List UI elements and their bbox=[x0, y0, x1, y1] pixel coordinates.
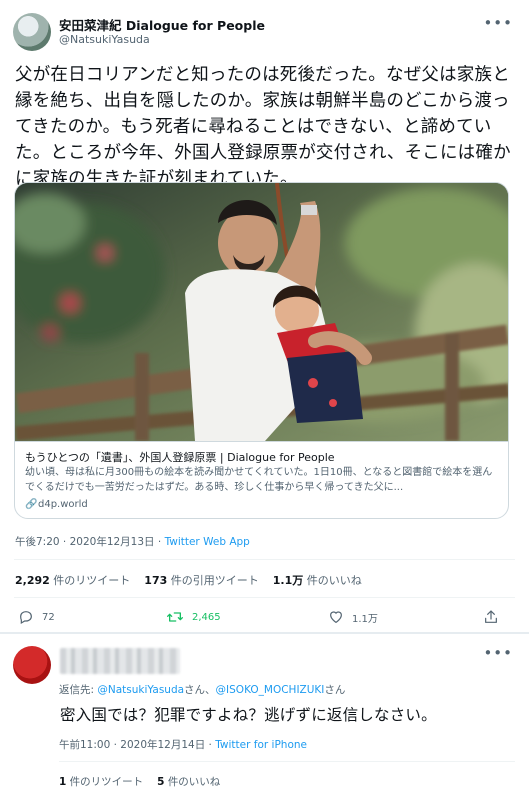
retweet-stat-value: 1 bbox=[59, 776, 67, 788]
tweet-stats: 1 件のリツイート 5 件のいいね bbox=[59, 774, 220, 789]
reply-tweet: ••• 返信先: @NatsukiYasudaさん、@ISOKO_MOCHIZU… bbox=[0, 634, 529, 800]
tweet-meta: 午後7:20 · 2020年12月13日 · Twitter Web App bbox=[15, 534, 250, 549]
retweet-count: 2,465 bbox=[192, 611, 221, 623]
tweet-actions: 72 2,465 1.1万 bbox=[0, 606, 529, 630]
mention-link[interactable]: @NatsukiYasuda bbox=[97, 684, 184, 696]
like-stat[interactable]: 5 件のいいね bbox=[157, 776, 220, 788]
meta-separator: · bbox=[205, 739, 216, 751]
share-icon bbox=[485, 610, 497, 623]
card-text: もうひとつの「遺書」、外国人登録原票 | Dialogue for People… bbox=[15, 441, 508, 518]
reply-to-line: 返信先: @NatsukiYasudaさん、@ISOKO_MOCHIZUKIさん bbox=[59, 682, 345, 697]
retweet-stat-label: 件のリツイート bbox=[69, 776, 144, 788]
author-name[interactable]: 安田菜津紀 Dialogue for People bbox=[59, 15, 265, 34]
avatar[interactable] bbox=[13, 13, 51, 51]
reply-button[interactable]: 72 bbox=[18, 606, 55, 628]
mention-link[interactable]: @ISOKO_MOCHIZUKI bbox=[216, 684, 325, 696]
share-button[interactable] bbox=[483, 606, 499, 628]
reply-count: 72 bbox=[42, 611, 55, 623]
like-count: 1.1万 bbox=[352, 613, 378, 625]
tweet-time[interactable]: 午前11:00 · 2020年12月14日 bbox=[59, 739, 205, 751]
meta-separator: · bbox=[154, 536, 165, 548]
divider bbox=[59, 761, 515, 762]
tweet-text: 父が在日コリアンだと知ったのは死後だった。なぜ父は家族と縁を絶ち、出自を隠したの… bbox=[15, 65, 511, 189]
quote-stat-value: 173 bbox=[144, 574, 168, 587]
retweet-stat[interactable]: 1 件のリツイート bbox=[59, 776, 143, 788]
quote-stat[interactable]: 173 件の引用ツイート bbox=[144, 574, 258, 587]
tweet-client[interactable]: Twitter Web App bbox=[165, 536, 250, 548]
retweet-stat[interactable]: 2,292 件のリツイート bbox=[15, 574, 130, 587]
retweet-stat-label: 件のリツイート bbox=[53, 574, 131, 587]
like-stat[interactable]: 1.1万 件のいいね bbox=[273, 574, 362, 587]
card-title: もうひとつの「遺書」、外国人登録原票 | Dialogue for People bbox=[25, 451, 335, 464]
retweet-button[interactable]: 2,465 bbox=[166, 606, 221, 628]
card-description: 幼い頃、母は私に月300冊もの絵本を読み聞かせてくれていた。1日10冊、となると… bbox=[25, 467, 493, 493]
retweet-stat-value: 2,292 bbox=[15, 574, 50, 587]
reply-prefix: 返信先: bbox=[59, 684, 98, 696]
divider bbox=[14, 597, 515, 598]
tweet-time[interactable]: 午後7:20 · 2020年12月13日 bbox=[15, 536, 155, 548]
blurred-author-name[interactable] bbox=[60, 648, 180, 674]
tweet-meta: 午前11:00 · 2020年12月14日 · Twitter for iPho… bbox=[59, 737, 307, 752]
retweet-icon bbox=[167, 612, 183, 622]
heart-icon bbox=[330, 611, 342, 624]
link-card[interactable]: もうひとつの「遺書」、外国人登録原票 | Dialogue for People… bbox=[14, 182, 509, 519]
avatar[interactable] bbox=[13, 646, 51, 684]
tweet-text: 密入国では？犯罪ですよね？逃げずに返信しなさい。 bbox=[60, 706, 437, 724]
like-stat-value: 5 bbox=[157, 776, 165, 788]
card-domain: 🔗d4p.world bbox=[25, 497, 500, 512]
card-photo bbox=[15, 183, 508, 441]
like-stat-value: 1.1万 bbox=[272, 574, 304, 587]
like-stat-label: 件のいいね bbox=[167, 776, 221, 788]
card-domain-text: d4p.world bbox=[38, 499, 88, 510]
divider bbox=[14, 559, 515, 560]
mention-suffix: さん、 bbox=[184, 684, 216, 696]
tweet-stats: 2,292 件のリツイート 173 件の引用ツイート 1.1万 件のいいね bbox=[15, 572, 362, 588]
like-stat-label: 件のいいね bbox=[306, 574, 362, 587]
link-icon: 🔗 bbox=[25, 499, 38, 510]
author-handle[interactable]: @NatsukiYasuda bbox=[59, 33, 150, 46]
reply-icon bbox=[20, 611, 32, 625]
like-button[interactable]: 1.1万 bbox=[328, 606, 378, 628]
more-dots-icon[interactable]: ••• bbox=[483, 644, 513, 662]
quote-stat-label: 件の引用ツイート bbox=[170, 574, 259, 587]
mention-suffix: さん bbox=[324, 684, 346, 696]
tweet-client[interactable]: Twitter for iPhone bbox=[215, 739, 307, 751]
more-dots-icon[interactable]: ••• bbox=[483, 14, 513, 32]
